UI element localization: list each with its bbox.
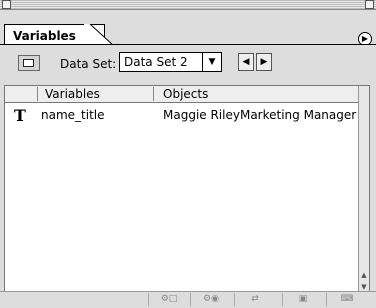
new-variable-icon[interactable]: ▣	[282, 293, 323, 306]
scroll-up-icon[interactable]: ▲	[359, 270, 369, 280]
previous-data-set-button[interactable]: ◀	[238, 53, 254, 71]
table-row[interactable]: T name_title Maggie RileyMarketing Manag…	[5, 105, 361, 125]
chevron-right-icon: ▶	[361, 34, 369, 43]
next-data-set-button[interactable]: ▶	[256, 53, 272, 71]
tab-row: Variables ▶	[0, 10, 376, 46]
variables-list: Variables Objects T name_title Maggie Ri…	[4, 85, 370, 303]
panel-content: Data Set: Data Set 2 ▼ ◀ ▶ Variables Obj…	[0, 44, 376, 308]
text-variable-icon: T	[14, 106, 26, 125]
tab-label: Variables	[13, 29, 76, 43]
arrow-right-icon: ▶	[260, 57, 268, 67]
variable-object: Maggie RileyMarketing Manager	[163, 108, 357, 122]
column-header-objects[interactable]: Objects	[163, 86, 208, 102]
panel-title-bar[interactable]	[0, 0, 376, 10]
panel-footer: ⚙□ ⚙◉ ⇄ ▣ ⌨	[0, 291, 376, 308]
variables-panel: Variables ▶ Data Set: Data Set 2 ▼ ◀ ▶ V…	[0, 0, 376, 308]
column-header-variables[interactable]: Variables	[45, 86, 100, 102]
column-divider	[153, 87, 154, 101]
toolbar: Data Set: Data Set 2 ▼ ◀ ▶	[0, 45, 376, 85]
tab-edge	[84, 24, 114, 46]
variable-name: name_title	[41, 108, 105, 122]
data-set-label: Data Set:	[60, 57, 117, 71]
trash-icon[interactable]: ⌨	[326, 293, 367, 306]
data-set-value: Data Set 2	[124, 55, 188, 69]
zoom-box-icon[interactable]	[365, 0, 374, 9]
vertical-scrollbar[interactable]: ▲ ▼	[358, 86, 369, 302]
table-header: Variables Objects	[5, 86, 361, 103]
camera-icon	[23, 59, 34, 67]
chevron-down-icon[interactable]: ▼	[202, 53, 221, 71]
data-set-select[interactable]: Data Set 2 ▼	[119, 52, 222, 72]
arrow-left-icon: ◀	[242, 57, 250, 67]
make-content-dynamic-icon[interactable]: ⚙◉	[190, 293, 231, 306]
make-visibility-dynamic-icon[interactable]: ⚙□	[148, 293, 189, 306]
close-box-icon[interactable]	[2, 0, 11, 9]
capture-data-set-button[interactable]	[18, 55, 40, 71]
column-divider	[37, 87, 38, 101]
unbind-variable-icon[interactable]: ⇄	[234, 293, 275, 306]
